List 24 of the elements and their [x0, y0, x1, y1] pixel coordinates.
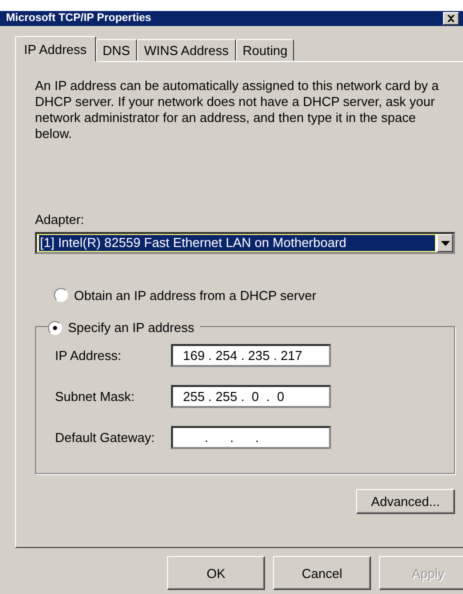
close-button[interactable]: [443, 12, 459, 25]
dropdown-button[interactable]: [437, 234, 453, 252]
dialog-button[interactable]: Cancel: [273, 556, 371, 590]
input-field[interactable]: 255 . 255 . 0 . 0: [171, 384, 331, 408]
tab[interactable]: IP Address: [15, 36, 96, 62]
radio-option[interactable]: Specify an IP address: [48, 320, 200, 335]
field-label: Subnet Mask:: [55, 388, 136, 404]
radio-button[interactable]: [54, 288, 68, 302]
field-label: IP Address:: [55, 348, 122, 362]
tab[interactable]: DNS: [96, 39, 138, 61]
radio-button[interactable]: [48, 320, 62, 334]
input-field[interactable]: . . .: [171, 426, 331, 448]
tab[interactable]: Routing: [236, 39, 294, 61]
advanced-button[interactable]: Advanced...: [356, 488, 455, 514]
adapter-dropdown[interactable]: [1] Intel(R) 82559 Fast Ethernet LAN on Motherboard: [35, 232, 455, 254]
dialog-button[interactable]: OK: [167, 556, 265, 590]
tab[interactable]: WINS Address: [137, 39, 236, 61]
input-field[interactable]: 169 . 254 . 235 . 217: [171, 344, 331, 366]
adapter-label: Adapter:: [35, 212, 86, 228]
window-title: Microsoft TCP/IP Properties: [6, 12, 152, 25]
description-text: An IP address can be automatically assigned to this network card by a DHCP server. If your network does not have a DHCP server, ask your network administrator for an address, and then type it in the space below.: [35, 78, 440, 142]
field-label: Default Gateway:: [55, 430, 156, 444]
close-icon: [447, 15, 455, 22]
caret-icon: [440, 240, 450, 246]
